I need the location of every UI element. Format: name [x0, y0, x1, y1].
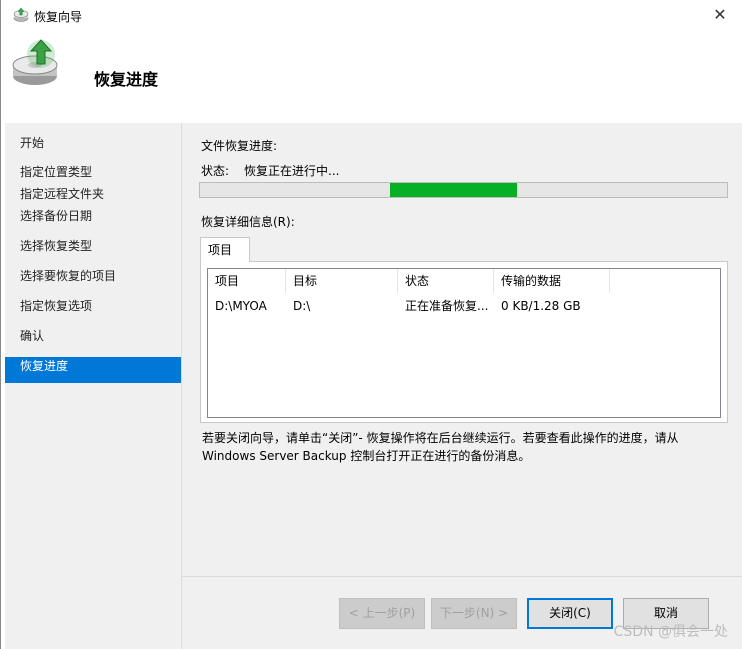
step-start[interactable]: 开始 — [5, 132, 181, 154]
restore-disk-icon — [12, 39, 58, 85]
column-header-target[interactable]: 目标 — [286, 269, 398, 293]
prev-button[interactable]: < 上一步(P) — [339, 598, 425, 629]
column-header-item[interactable]: 项目 — [208, 269, 286, 293]
progress-label: 文件恢复进度: — [201, 139, 278, 153]
close-window-button[interactable]: ✕ — [697, 0, 742, 30]
step-items-to-recover[interactable]: 选择要恢复的项目 — [5, 265, 181, 287]
next-button[interactable]: 下一步(N) > — [431, 598, 517, 629]
restore-app-icon — [13, 7, 29, 22]
info-note: 若要关闭向导，请单击“关闭”- 恢复操作将在后台继续运行。若要查看此操作的进度，… — [202, 429, 722, 465]
step-recovery-options[interactable]: 指定恢复选项 — [5, 295, 181, 317]
details-label: 恢复详细信息(R): — [201, 215, 295, 229]
cell-target: D:\ — [293, 299, 311, 313]
page-title: 恢复进度 — [94, 70, 159, 89]
progress-bar-fill — [390, 183, 517, 197]
cell-item: D:\MYOA — [215, 299, 267, 313]
step-remote-folder[interactable]: 指定远程文件夹 — [5, 183, 181, 205]
list-header: 项目 目标 状态 传输的数据 — [208, 269, 720, 293]
info-note-line2: Windows Server Backup 控制台打开正在进行的备份消息。 — [202, 449, 531, 463]
main-panel: 文件恢复进度: 状态: 恢复正在进行中... 恢复详细信息(R): 项目 项目 … — [181, 123, 742, 649]
column-header-transferred[interactable]: 传输的数据 — [494, 269, 610, 293]
footer-divider — [182, 576, 742, 577]
step-confirmation[interactable]: 确认 — [5, 325, 181, 347]
close-button[interactable]: 关闭(C) — [527, 598, 613, 629]
status-label: 状态: — [201, 164, 230, 178]
title-bar[interactable]: 恢复向导 ✕ — [1, 0, 742, 30]
step-location-type[interactable]: 指定位置类型 — [5, 161, 181, 183]
step-recovery-type[interactable]: 选择恢复类型 — [5, 235, 181, 257]
status-value: 恢复正在进行中... — [244, 164, 340, 178]
recovery-progress-bar — [199, 182, 728, 198]
cell-transferred: 0 KB/1.28 GB — [501, 299, 581, 313]
cell-status: 正在准备恢复... — [405, 299, 489, 313]
tab-items[interactable]: 项目 — [200, 237, 250, 262]
wizard-steps-sidebar: 开始 指定位置类型 指定远程文件夹 选择备份日期 选择恢复类型 选择要恢复的项目… — [5, 123, 181, 649]
window-title: 恢复向导 — [34, 10, 83, 24]
step-recovery-progress[interactable]: 恢复进度 — [5, 357, 181, 383]
info-note-line1: 若要关闭向导，请单击“关闭”- 恢复操作将在后台继续运行。若要查看此操作的进度，… — [202, 431, 679, 445]
wizard-header: 恢复进度 — [1, 30, 742, 123]
column-header-status[interactable]: 状态 — [398, 269, 494, 293]
tab-panel-items: 项目 目标 状态 传输的数据 D:\MYOA D:\ 正在准备恢复... 0 K… — [200, 261, 728, 423]
restore-wizard-window: 恢复向导 ✕ 恢复进度 开始 指定位置类型 指定远程文件夹 选择备份日期 选择恢… — [0, 0, 742, 649]
recovery-items-list[interactable]: 项目 目标 状态 传输的数据 D:\MYOA D:\ 正在准备恢复... 0 K… — [207, 268, 721, 418]
step-backup-date[interactable]: 选择备份日期 — [5, 205, 181, 227]
watermark: CSDN @俱会一处 — [613, 624, 728, 640]
